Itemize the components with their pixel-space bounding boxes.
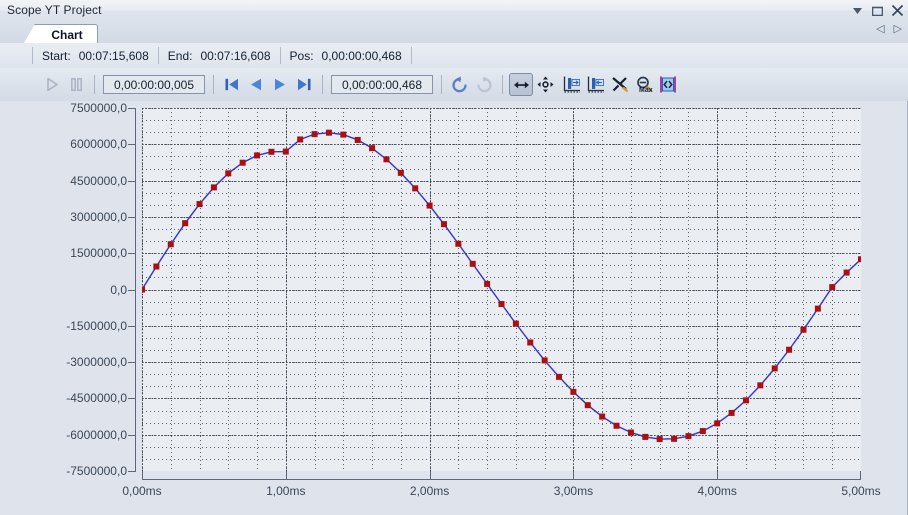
x-tick-mark	[286, 471, 287, 479]
y-tick-mark	[128, 108, 136, 109]
x-tick-label: 4,00ms	[697, 484, 737, 498]
cursor-left-button[interactable]	[560, 73, 584, 96]
step-forward-button[interactable]	[268, 73, 292, 96]
play-button[interactable]	[40, 73, 64, 96]
y-tick-label: -7500000,0	[66, 464, 127, 478]
y-axis: 7500000,0 6000000,0 4500000,0 3000000,0 1500…	[0, 101, 142, 515]
window-title: Scope YT Project	[7, 3, 102, 17]
y-tick-mark	[128, 144, 136, 145]
zoom-horizontal-button[interactable]	[509, 73, 533, 96]
y-tick-label: 1500000,0	[70, 246, 127, 261]
x-tick-label: 5,00ms	[841, 484, 881, 498]
info-start-label: Start:	[42, 48, 71, 63]
clear-cursors-button[interactable]	[608, 73, 632, 96]
title-bar: Scope YT Project	[0, 0, 908, 22]
x-tick-mark	[573, 471, 574, 479]
y-tick-label: -3000000,0	[66, 355, 127, 370]
jump-to-end-button[interactable]	[292, 73, 316, 96]
cursor-right-button[interactable]	[584, 73, 608, 96]
x-tick-mark	[142, 471, 143, 479]
y-tick-label: 3000000,0	[70, 209, 127, 224]
tab-navigation: ◁ ▷	[876, 24, 902, 35]
tab-next-icon[interactable]: ▷	[894, 24, 902, 35]
position-field[interactable]: 0,00:00:00,468	[331, 75, 433, 94]
tab-chart[interactable]: Chart	[23, 24, 98, 44]
plot-wrapper[interactable]	[142, 108, 861, 471]
window-control-buttons	[851, 2, 904, 19]
y-tick-mark	[128, 398, 136, 399]
y-tick-label: -4500000,0	[66, 391, 127, 406]
x-tick-label: 2,00ms	[409, 484, 450, 498]
y-tick-mark	[128, 326, 136, 327]
y-tick-label: 6000000,0	[70, 137, 127, 152]
info-bar: Start: 00:07:15,608 End: 00:07:16,608 Po…	[0, 43, 908, 68]
svg-text:Max: Max	[639, 87, 653, 93]
y-tick-mark	[128, 217, 136, 218]
scope-application-window: Scope YT Project Chart ◁ ▷ Start: 00:07:…	[0, 0, 908, 515]
refresh-ccw-button[interactable]	[448, 73, 472, 96]
info-pos: Pos: 0,00:00:00,468	[281, 47, 412, 64]
info-start: Start: 00:07:15,608	[32, 47, 159, 64]
jump-to-start-button[interactable]	[220, 73, 244, 96]
y-tick-label: 0,0	[110, 282, 127, 297]
x-tick-mark	[430, 471, 431, 479]
y-tick-mark	[128, 253, 136, 254]
x-axis: 0,00ms 1,00ms 2,00ms 3,00ms 4,00ms 5,00ms	[122, 471, 881, 511]
fit-to-window-button[interactable]	[656, 73, 680, 96]
y-tick-mark	[128, 362, 136, 363]
x-axis-line	[142, 479, 861, 480]
tab-chart-label: Chart	[51, 27, 83, 42]
toolbar-separator	[441, 75, 442, 94]
y-tick-label: -1500000,0	[66, 318, 127, 333]
zoom-max-button[interactable]: Max	[632, 73, 656, 96]
chart-toolbar: 0,00:00:00,005 0,00:00:00,468 Max	[0, 68, 908, 102]
toolbar-separator	[502, 75, 503, 94]
y-tick-mark	[128, 181, 136, 182]
info-end-value: 00:07:16,608	[200, 48, 271, 63]
x-tick-label: 3,00ms	[553, 484, 594, 498]
pan-move-button[interactable]	[533, 73, 557, 96]
info-pos-label: Pos:	[289, 48, 314, 63]
pause-button[interactable]	[64, 73, 88, 96]
y-tick-label: 4500000,0	[70, 173, 127, 188]
info-pos-value: 0,00:00:00,468	[321, 48, 402, 63]
toolbar-separator	[322, 75, 323, 94]
y-tick-label: -6000000,0	[66, 427, 127, 442]
tab-prev-icon[interactable]: ◁	[876, 24, 884, 35]
x-tick-label: 1,00ms	[266, 484, 306, 498]
y-tick-mark	[128, 290, 136, 291]
y-tick-mark	[128, 435, 136, 436]
close-icon[interactable]	[891, 3, 904, 18]
step-size-field[interactable]: 0,00:00:00,005	[103, 75, 205, 94]
info-end-label: End:	[167, 48, 193, 63]
toolbar-separator	[94, 75, 95, 94]
x-tick-label: 0,00ms	[122, 484, 162, 498]
refresh-cw-button[interactable]	[472, 73, 496, 96]
plot-series	[142, 129, 861, 443]
step-back-button[interactable]	[244, 73, 268, 96]
info-start-value: 00:07:15,608	[78, 48, 149, 63]
x-tick-mark	[860, 471, 861, 479]
tab-strip: Chart ◁ ▷	[0, 21, 908, 44]
y-tick-label: 7500000,0	[70, 101, 127, 115]
y-tick-mark	[128, 471, 136, 472]
x-tick-mark	[717, 471, 718, 479]
maximize-icon[interactable]	[871, 3, 884, 18]
info-end: End: 00:07:16,608	[159, 47, 281, 64]
toolbar-separator	[213, 75, 214, 94]
dropdown-icon[interactable]	[851, 3, 864, 18]
